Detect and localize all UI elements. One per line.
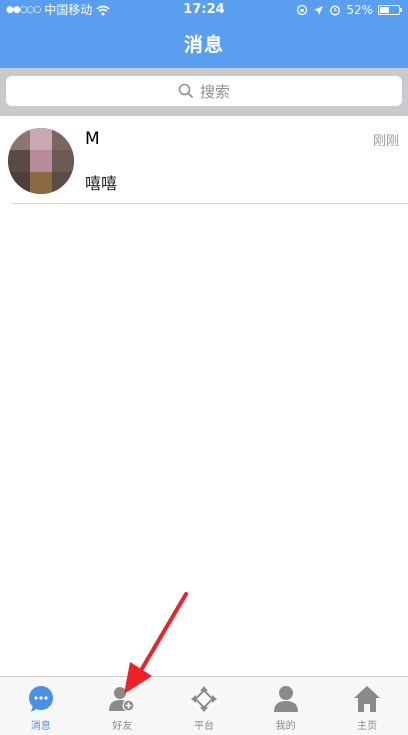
tab-home[interactable]: 主页	[326, 677, 408, 735]
home-icon	[354, 686, 381, 712]
status-bar: ●●○○○ 中国移动 17:24 52%	[0, 0, 408, 20]
tab-messages[interactable]: 消息	[0, 677, 82, 735]
search-icon	[178, 83, 194, 99]
tab-friends[interactable]: 好友	[82, 677, 164, 735]
add-friend-icon	[109, 687, 135, 712]
avatar	[8, 128, 74, 194]
battery-level	[380, 7, 389, 13]
message-preview: 嘻嘻	[85, 174, 118, 193]
message-time: 刚刚	[372, 134, 399, 149]
search-bar-container: 搜索	[0, 68, 408, 116]
contact-name: M	[85, 129, 100, 149]
person-icon	[273, 686, 298, 712]
tab-mine[interactable]: 我的	[245, 677, 327, 735]
location-arrow-icon	[314, 5, 324, 15]
conversation-row[interactable]: M 刚刚 嘻嘻	[0, 116, 408, 204]
rotation-lock-icon	[297, 4, 308, 16]
search-input[interactable]: 搜索	[6, 76, 402, 106]
chat-bubble-icon	[28, 686, 53, 712]
tab-label-platform: 平台	[193, 721, 214, 732]
battery-percent: 52%	[346, 3, 373, 17]
tab-bar: 消息 好友 平台 我的 主页	[0, 676, 408, 735]
tab-label-friends: 好友	[112, 721, 133, 732]
app-header: ●●○○○ 中国移动 17:24 52% 消息	[0, 0, 408, 68]
tab-label-messages: 消息	[30, 721, 51, 732]
tab-platform[interactable]: 平台	[163, 677, 245, 735]
row-divider	[12, 203, 408, 204]
tab-label-home: 主页	[357, 721, 378, 732]
platform-icon	[190, 686, 217, 712]
search-placeholder: 搜索	[199, 82, 230, 101]
tab-label-mine: 我的	[275, 721, 296, 732]
battery-icon	[378, 5, 402, 15]
page-title: 消息	[183, 34, 224, 56]
alarm-icon	[330, 5, 341, 16]
